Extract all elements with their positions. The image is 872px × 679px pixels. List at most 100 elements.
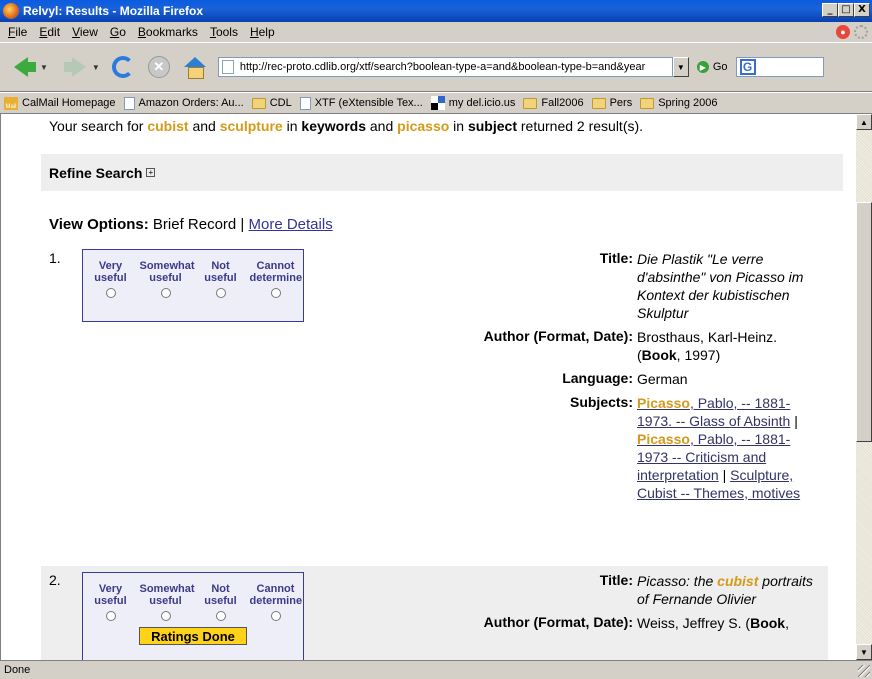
bookmark-cdl[interactable]: CDL (251, 97, 292, 109)
folder-icon (591, 97, 606, 109)
menu-bookmarks[interactable]: Bookmarks (132, 25, 204, 39)
expand-icon[interactable]: + (146, 168, 156, 177)
bookmark-amazon[interactable]: Amazon Orders: Au... (123, 96, 244, 110)
stop-button[interactable]: ✕ (147, 56, 170, 78)
chevron-down-icon[interactable]: ▼ (92, 63, 100, 72)
scroll-thumb[interactable] (856, 202, 872, 442)
view-options-label: View Options: (49, 216, 149, 233)
rating-option-label: Somewhat useful (139, 583, 195, 607)
reload-icon (111, 56, 134, 78)
bookmark-label: my del.icio.us (448, 97, 516, 109)
maximize-button[interactable]: □ (838, 3, 854, 17)
url-text[interactable]: http://rec-proto.cdlib.org/xtf/search?bo… (240, 61, 645, 73)
bookmark-label: XTF (eXtensible Tex... (314, 97, 423, 109)
firefox-icon (3, 3, 19, 19)
rating-box: Very useful Somewhat useful Not useful Cann… (82, 572, 304, 660)
chevron-down-icon[interactable]: ▼ (40, 63, 48, 72)
record-language: German (637, 371, 688, 387)
bookmark-label: Fall2006 (541, 97, 584, 109)
refine-search-bar[interactable]: Refine Search + (41, 154, 843, 191)
home-button[interactable] (183, 57, 206, 79)
field-label: Language: (562, 370, 633, 386)
menu-edit[interactable]: Edit (33, 25, 66, 39)
bookmark-pers[interactable]: Pers (591, 97, 632, 109)
more-details-link[interactable]: More Details (249, 216, 333, 233)
stop-indicator-icon: ● (836, 25, 850, 39)
bookmarks-toolbar: Mail CalMail Homepage Amazon Orders: Au.… (0, 92, 872, 114)
rating-radio-not-useful[interactable] (215, 288, 226, 298)
bookmark-fall2006[interactable]: Fall2006 (523, 97, 584, 109)
summary-text: in (282, 118, 302, 134)
go-arrow-icon: ▶ (696, 61, 709, 73)
page-content: Your search for cubist and sculpture in … (0, 114, 856, 660)
keyword-highlight: cubist (147, 118, 189, 134)
forward-arrow-icon (63, 57, 86, 77)
reload-button[interactable] (111, 56, 134, 78)
forward-button[interactable]: ▼ (62, 57, 100, 77)
summary-text: and (366, 118, 398, 134)
back-arrow-icon (14, 57, 36, 77)
keyword-highlight: picasso (397, 118, 450, 134)
delicious-icon (430, 96, 445, 110)
rating-radio-cannot-determine[interactable] (270, 288, 281, 298)
ratings-done-button[interactable]: Ratings Done (139, 627, 247, 645)
search-input[interactable]: G (735, 57, 824, 77)
menu-view[interactable]: View (66, 25, 104, 39)
result-record: Title: Die Plastik "Le verre d'absinthe"… (447, 250, 817, 508)
rating-radio-not-useful[interactable] (215, 611, 226, 621)
menu-bar: File Edit View Go Bookmarks Tools Help (0, 22, 872, 42)
subjects-row: Subjects: Picasso, Pablo, -- 1881-1973. … (447, 394, 817, 502)
url-bar[interactable]: http://rec-proto.cdlib.org/xtf/search?bo… (217, 57, 673, 77)
bookmark-delicious[interactable]: my del.icio.us (430, 96, 516, 110)
menu-file[interactable]: File (2, 25, 33, 39)
stop-icon: ✕ (147, 56, 170, 78)
record-subjects: Picasso, Pablo, -- 1881-1973. -- Glass o… (637, 395, 801, 501)
rating-radio-somewhat-useful[interactable] (160, 288, 171, 298)
google-search-icon[interactable]: G (739, 59, 756, 75)
bookmark-label: Spring 2006 (658, 97, 718, 109)
rating-radio-cannot-determine[interactable] (270, 611, 281, 621)
folder-icon (251, 97, 266, 109)
view-options: View Options: Brief Record | More Detail… (49, 216, 333, 233)
title-row: Title: Picasso: the cubist portraits of … (447, 572, 817, 608)
rating-radio-very-useful[interactable] (105, 611, 116, 621)
menu-help[interactable]: Help (244, 25, 281, 39)
back-button[interactable]: ▼ (14, 57, 48, 77)
go-label: Go (712, 61, 728, 73)
menu-go[interactable]: Go (104, 25, 132, 39)
title-row: Title: Die Plastik "Le verre d'absinthe"… (447, 250, 817, 322)
vertical-scrollbar[interactable]: ▲ ▼ (856, 114, 872, 660)
search-summary: Your search for cubist and sculpture in … (49, 118, 643, 134)
scroll-up-button[interactable]: ▲ (856, 114, 872, 130)
bookmark-spring2006[interactable]: Spring 2006 (640, 97, 718, 109)
rating-radio-very-useful[interactable] (105, 288, 116, 298)
record-title: Picasso: the cubist portraits of Fernand… (637, 573, 813, 607)
window-title: Relvyl: Results - Mozilla Firefox (23, 4, 204, 18)
rating-radios (83, 284, 303, 304)
field-label: Author (Format, Date): (483, 614, 633, 630)
close-button[interactable]: X (854, 3, 870, 17)
record-author: Brosthaus, Karl-Heinz. (Book, 1997) (637, 329, 778, 363)
summary-text: in (449, 118, 468, 134)
status-text: Done (4, 664, 31, 676)
throbber: ● (836, 25, 868, 39)
summary-text: and (188, 118, 220, 134)
bookmark-calmail[interactable]: Mail CalMail Homepage (4, 96, 116, 110)
bookmark-label: CDL (269, 97, 292, 109)
url-history-dropdown[interactable]: ▼ (672, 57, 689, 77)
bookmark-xtf[interactable]: XTF (eXtensible Tex... (299, 96, 423, 110)
author-row: Author (Format, Date): Weiss, Jeffrey S.… (447, 614, 817, 632)
folder-icon (640, 97, 655, 109)
rating-radio-somewhat-useful[interactable] (160, 611, 171, 621)
minimize-button[interactable]: _ (822, 3, 838, 17)
folder-icon (523, 97, 538, 109)
refine-search-label[interactable]: Refine Search (49, 165, 142, 181)
activity-spinner-icon (854, 25, 868, 39)
subject-link[interactable]: Picasso, Pablo, -- 1881-1973. -- Glass o… (637, 395, 790, 429)
menu-tools[interactable]: Tools (204, 25, 244, 39)
rating-option-label: Somewhat useful (139, 260, 195, 284)
scroll-down-button[interactable]: ▼ (856, 644, 872, 660)
resize-grip-icon[interactable] (858, 665, 870, 677)
field-label: Subjects: (569, 394, 633, 410)
go-button[interactable]: ▶ Go (696, 61, 728, 73)
